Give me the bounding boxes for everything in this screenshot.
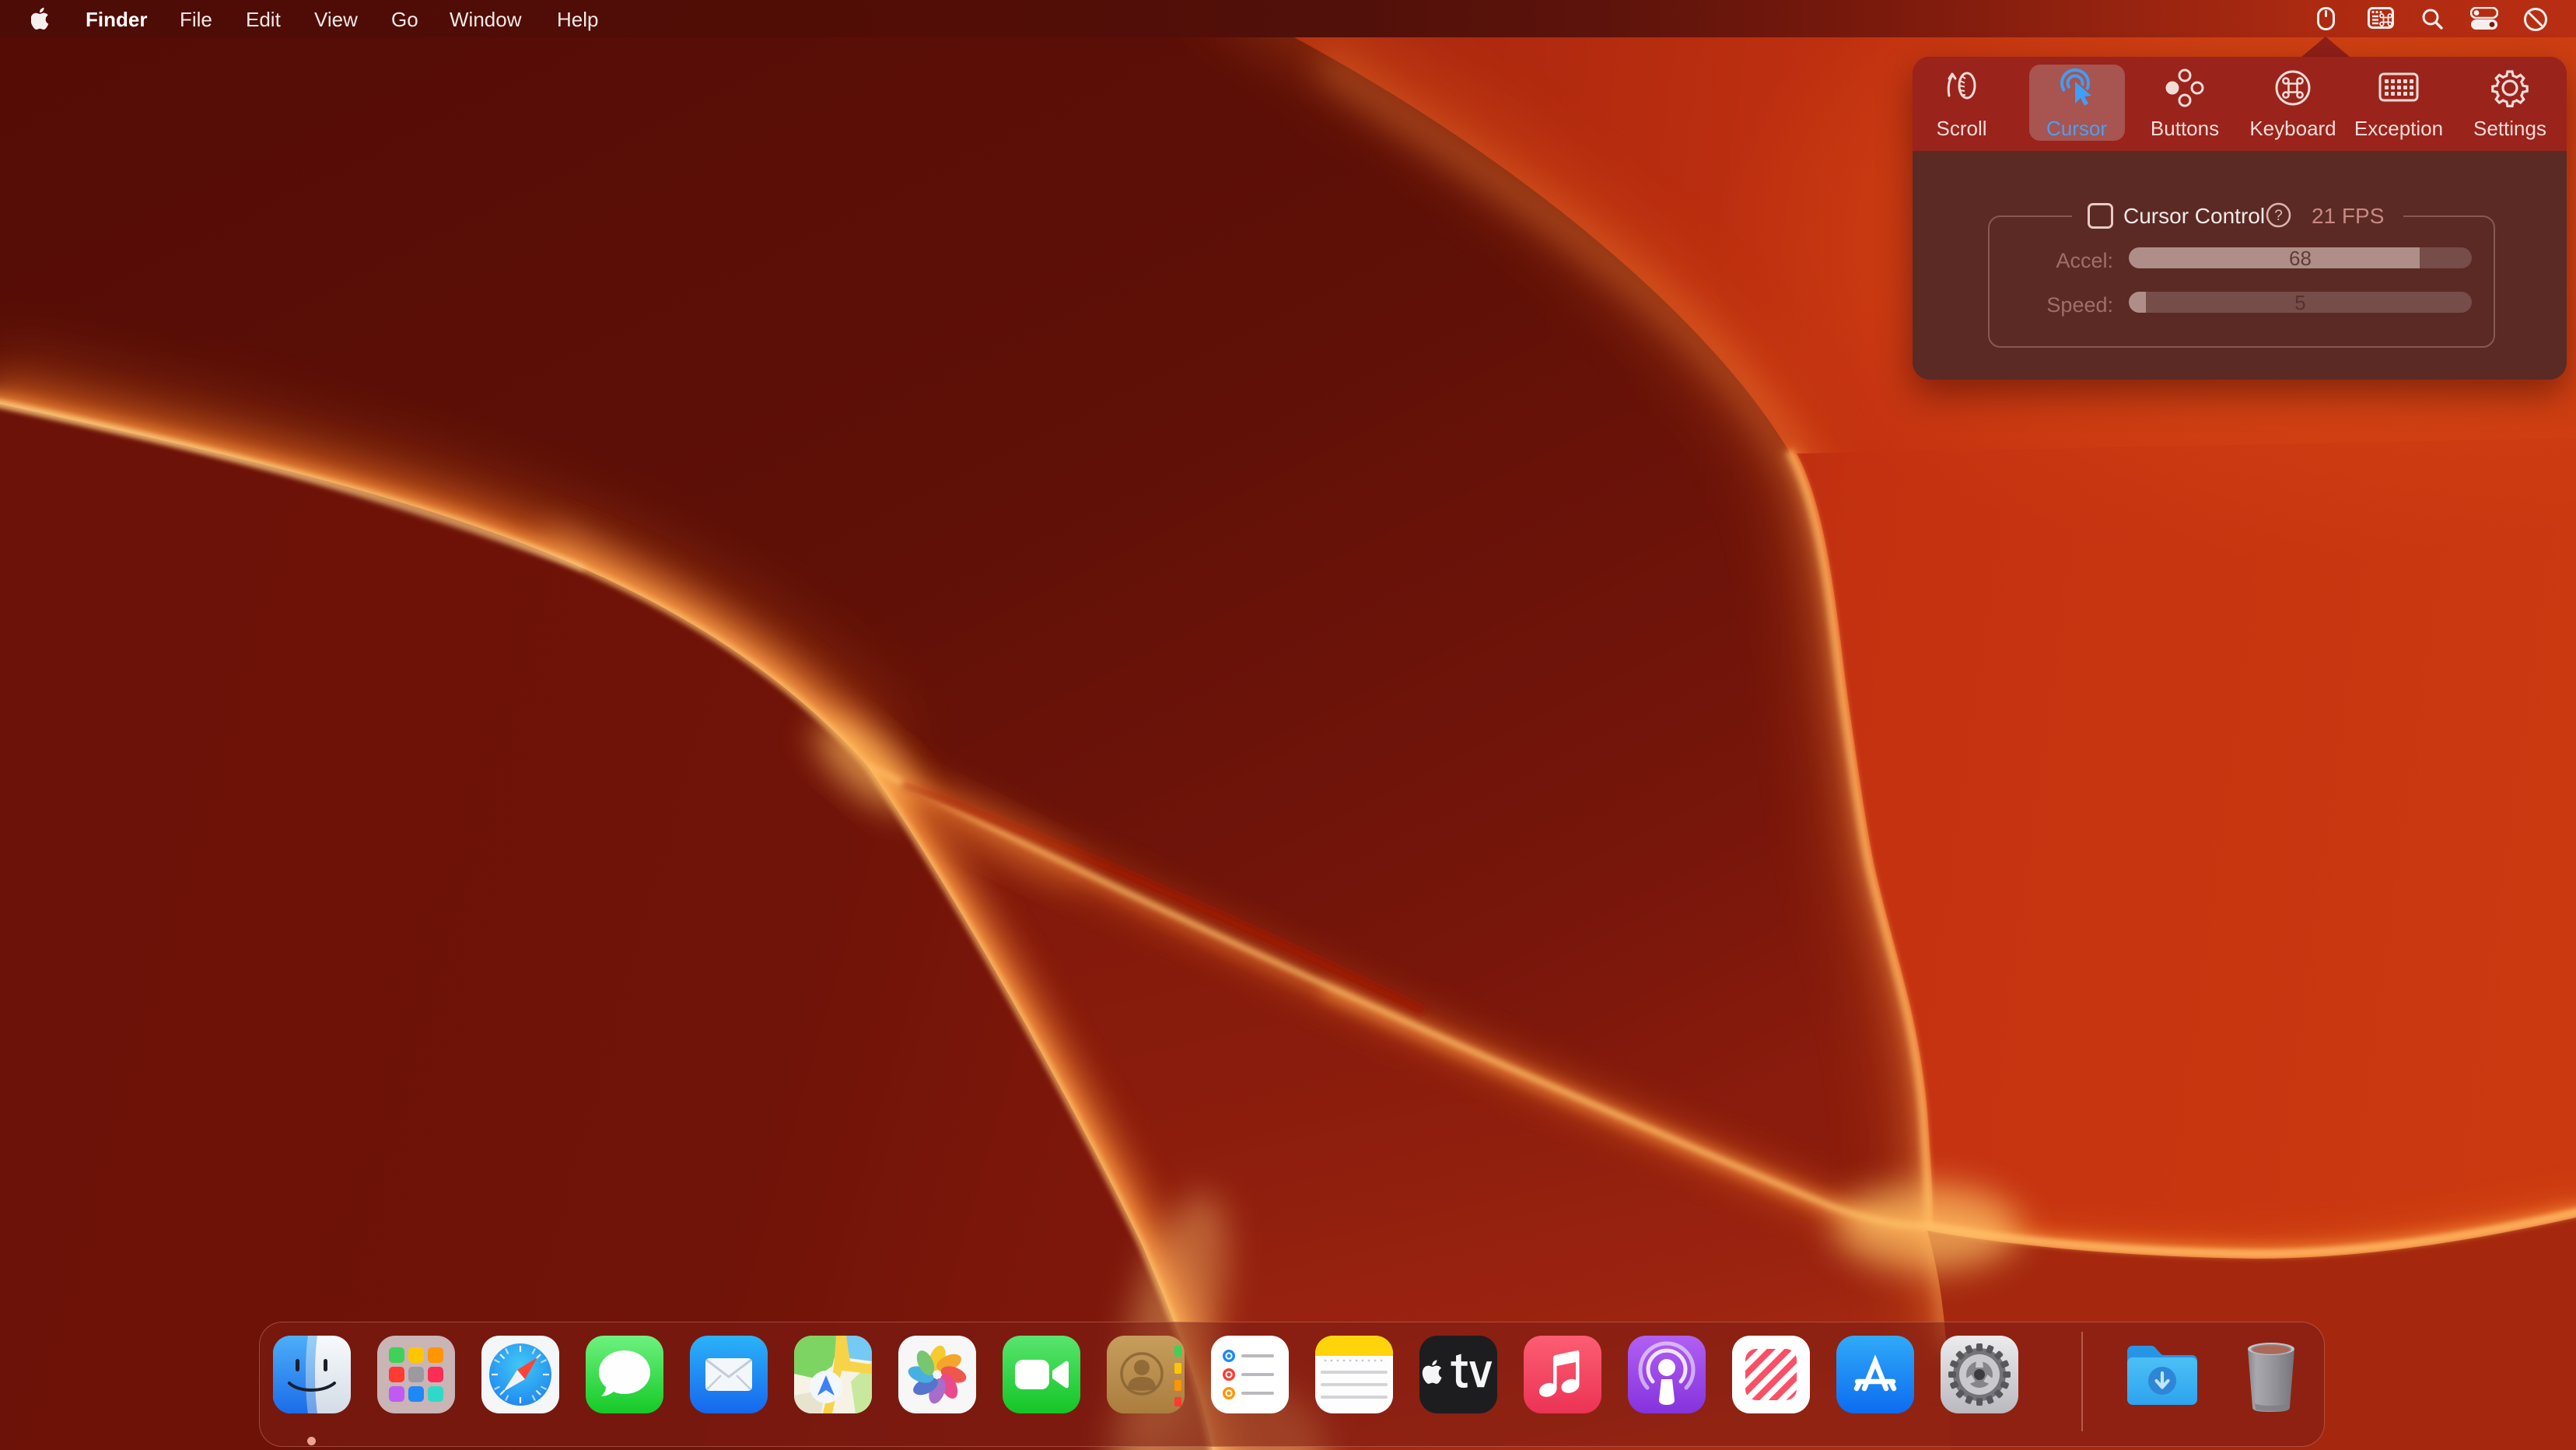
svg-text:?: ?: [2274, 208, 2283, 224]
